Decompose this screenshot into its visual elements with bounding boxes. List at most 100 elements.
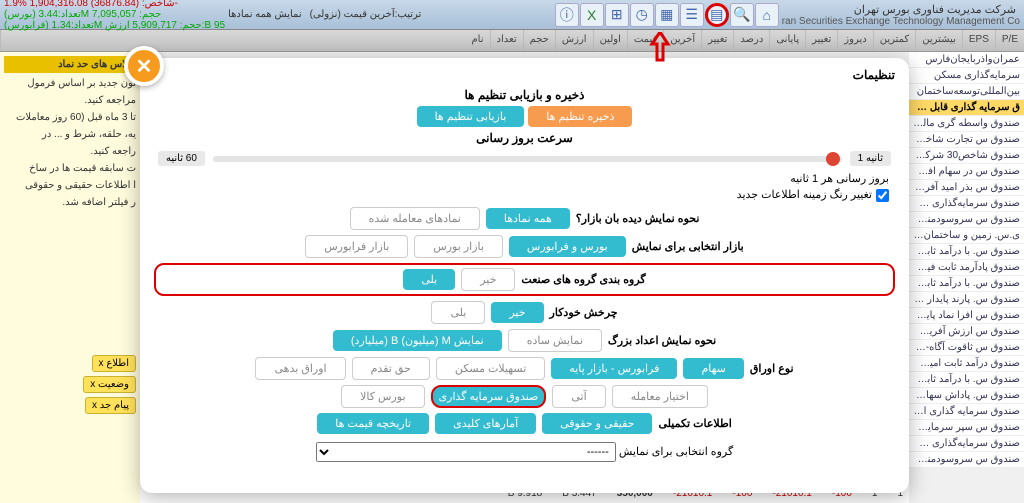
list-item[interactable]: صندوق س سپر سرمایه بیدار- ثاب [909, 420, 1024, 436]
col[interactable]: تغییر [805, 30, 837, 51]
group-select-row: گروه انتخابی برای نمایش ------ [154, 442, 895, 462]
autoscroll-yes-button[interactable]: بلی [431, 301, 485, 324]
paper-fara-button[interactable]: فرابورس - بازار پایه [551, 358, 677, 379]
col[interactable]: اولین [593, 30, 627, 51]
col[interactable]: پایانی [769, 30, 805, 51]
load-settings-button[interactable]: بازیابی تنظیم ها [417, 106, 525, 127]
paper-type-label: نوع اوراق [750, 362, 794, 375]
sort-label[interactable]: ترتیب:آخرین قیمت (نزولی) [310, 9, 422, 20]
modal-title: تنظیمات [154, 68, 895, 82]
col[interactable]: درصد [733, 30, 769, 51]
market-fara-button[interactable]: بازار فرابورس [305, 235, 408, 258]
settings-icon[interactable]: ▤ [705, 3, 729, 27]
col[interactable]: تعداد [490, 30, 523, 51]
paper-bond-button[interactable]: اوراق بدهی [255, 357, 345, 380]
paper-commodity-button[interactable]: بورس کالا [341, 385, 424, 408]
list-item[interactable]: صندوق س. پارند پایدار سپهر [909, 292, 1024, 308]
list-item[interactable]: صندوق درآمد ثابت امین یکم فردا [909, 356, 1024, 372]
col[interactable]: دیروز [837, 30, 872, 51]
info-pill[interactable]: اطلاع x [92, 355, 136, 372]
save-settings-button[interactable]: ذخیره تنظیم ها [528, 106, 632, 127]
autoscroll-label: چرخش خودکار [550, 306, 618, 319]
list-item[interactable]: صندوق س ثاقوت آگاه-ثاب [909, 340, 1024, 356]
col[interactable]: نام [0, 30, 490, 51]
speed-title: سرعت بروز رسانی [154, 131, 895, 145]
list-item[interactable]: صندوق س بذر امید آفرین-سها [909, 180, 1024, 196]
display-label[interactable]: نمایش همه نمادها [228, 9, 302, 20]
col[interactable]: P/E [995, 30, 1024, 51]
watchlist-icon[interactable]: ☰ [680, 3, 704, 27]
list-item[interactable]: صندوق سرمایه گذاری ارمغان ایرانیان [909, 404, 1024, 420]
col[interactable]: بیشترین [915, 30, 962, 51]
list-item[interactable]: صندوق سرمایه‌گذاری صنوبر-محد [909, 196, 1024, 212]
list-item[interactable]: ق سرمایه گذاری قابل معام [909, 100, 1024, 116]
col[interactable]: EPS [962, 30, 995, 51]
paper-option-button[interactable]: اختیار معامله [612, 385, 708, 408]
notes-head: کلاس های حد نماد [4, 56, 136, 73]
extra-stats-button[interactable]: آمارهای کلیدی [435, 413, 536, 434]
list-item[interactable]: صندوق س تجارت شاخصی کاردان [909, 132, 1024, 148]
group-select[interactable]: ------ [316, 442, 616, 462]
index-stats: شاخص: (36876.84) 1,904,316.08 %1.9- (بور… [4, 0, 225, 31]
list-item[interactable]: صندوق واسطه گری مالی یکم-س [909, 116, 1024, 132]
paper-right-button[interactable]: حق تقدم [352, 357, 430, 380]
paper-fund-button[interactable]: صندوق سرمایه گذاری [431, 385, 547, 408]
col[interactable]: کمترین [873, 30, 915, 51]
clock-icon[interactable]: ◷ [630, 3, 654, 27]
calendar-icon[interactable]: ▦ [655, 3, 679, 27]
extra-label: اطلاعات تکمیلی [658, 417, 731, 430]
market-bourse-button[interactable]: بازار بورس [414, 235, 503, 258]
industry-yes-button[interactable]: بلی [403, 269, 455, 290]
bignumber-m-button[interactable]: نمایش M (میلیون) B (میلیارد) [333, 330, 502, 351]
bg-color-checkbox-row: تغییر رنگ زمینه اطلاعات جدید [154, 188, 895, 202]
bignumber-simple-button[interactable]: نمایش ساده [508, 329, 602, 352]
list-item[interactable]: صندوق پادآرمد ثابت فیروزه آسیا [909, 260, 1024, 276]
market-both-button[interactable]: بورس و فرابورس [509, 236, 626, 257]
watchlist-traded-button[interactable]: نمادهای معامله شده [350, 207, 480, 230]
list-item[interactable]: صندوق سرمایه‌گذاری صنوبر-محد [909, 436, 1024, 452]
newmsg-pill[interactable]: پیام جد x [85, 397, 136, 414]
list-item[interactable]: صندوق س در سهام افق ملت [909, 164, 1024, 180]
list-item[interactable]: صندوق س سروسودمند مدبران- [909, 212, 1024, 228]
list-item[interactable]: صندوق س. با درآمد ثابت کمند [909, 372, 1024, 388]
extra-history-button[interactable]: تاریخچه قیمت ها [317, 413, 429, 434]
list-item[interactable]: صندوق س. با درآمد ثابت تصمیم [909, 276, 1024, 292]
search-icon[interactable]: 🔍 [730, 3, 754, 27]
grid-icon[interactable]: ⊞ [605, 3, 629, 27]
list-item[interactable]: سرمایه‌گذاری مسکن [909, 68, 1024, 84]
extra-legal-button[interactable]: حقیقی و حقوقی [542, 413, 652, 434]
status-pill[interactable]: وضعیت x [83, 376, 136, 393]
list-item[interactable]: صندوق س. پاداش سهامداری تو- [909, 388, 1024, 404]
list-item[interactable]: عمران‌واذربایجان‌فارس [909, 52, 1024, 68]
excel-icon[interactable]: X [580, 3, 604, 27]
home-icon[interactable]: ⌂ [755, 3, 779, 27]
col[interactable]: ارزش [555, 30, 593, 51]
bg-color-checkbox[interactable] [876, 189, 889, 202]
refresh-every-text: بروز رسانی هر 1 ثانیه [154, 172, 895, 185]
watchlist-label: نحوه نمایش دیده بان بازار؟ [576, 212, 700, 225]
watchlist-all-button[interactable]: همه نمادها [486, 208, 570, 229]
industry-no-button[interactable]: خیر [461, 268, 515, 291]
list-item[interactable]: ی.س. زمین و ساختمان نگین ش [909, 228, 1024, 244]
list-item[interactable]: صندوق س سروسودمند مدبران- [909, 452, 1024, 468]
autoscroll-no-button[interactable]: خیر [491, 302, 543, 323]
settings-modal: تنظیمات ذخیره و بازیابی تنظیم ها ذخیره ت… [140, 58, 909, 493]
slider-thumb[interactable] [826, 152, 840, 166]
col[interactable]: تغییر [701, 30, 733, 51]
list-item[interactable]: صندوق س افرا نماد پایدار-ثاب [909, 308, 1024, 324]
close-icon[interactable]: ✕ [124, 46, 164, 86]
paper-stock-button[interactable]: سهام [683, 358, 743, 379]
list-item[interactable]: صندوق شاخص30 شرکت فیروزه- [909, 148, 1024, 164]
list-item[interactable]: بین‌المللی‌توسعه‌ساختمان [909, 84, 1024, 100]
save-section-title: ذخیره و بازیابی تنظیم ها [154, 88, 895, 102]
list-item[interactable]: صندوق س. با درآمد ثابت کیان [909, 244, 1024, 260]
industry-grouping-row: گروه بندی گروه های صنعت خیر بلی [154, 263, 895, 296]
notes-panel: کلاس های حد نماد نون جدید بر اساس فرمول … [0, 52, 140, 503]
info-icon[interactable]: ⓘ [555, 3, 579, 27]
paper-future-button[interactable]: آتی [552, 385, 605, 408]
slider-min-label: ثانیه 1 [850, 151, 891, 166]
paper-home-button[interactable]: تسهیلات مسکن [436, 357, 545, 380]
list-item[interactable]: صندوق س ارزش آفرین بیدار-سها [909, 324, 1024, 340]
refresh-slider[interactable] [213, 156, 842, 162]
col[interactable]: حجم [523, 30, 555, 51]
